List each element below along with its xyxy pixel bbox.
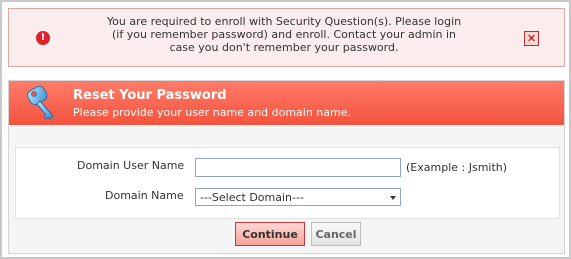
chevron-down-icon (390, 196, 396, 200)
domain-select-value: ---Select Domain--- (200, 191, 304, 204)
enrollment-alert: ! You are required to enroll with Securi… (8, 8, 565, 67)
alert-line-3: case you don't remember your password. (169, 41, 399, 54)
domain-name-label: Domain Name (105, 189, 184, 202)
continue-button[interactable]: Continue (235, 222, 305, 246)
panel-header: Reset Your Password Please provide your … (9, 81, 564, 125)
page-subtitle: Please provide your user name and domain… (73, 106, 351, 119)
domain-select[interactable]: ---Select Domain--- (195, 188, 401, 206)
key-icon (27, 85, 54, 120)
reset-form: Domain User Name (Example : Jsmith) Doma… (15, 147, 560, 219)
close-icon[interactable]: ✕ (524, 31, 539, 46)
domain-user-name-input[interactable] (195, 158, 401, 177)
alert-line-2: (if you remember password) and enroll. C… (111, 28, 456, 41)
cancel-button[interactable]: Cancel (311, 222, 361, 246)
alert-message: You are required to enroll with Security… (89, 15, 479, 54)
reset-password-panel: Reset Your Password Please provide your … (8, 80, 565, 254)
error-icon: ! (36, 31, 50, 45)
domain-user-name-label: Domain User Name (77, 159, 185, 172)
page-title: Reset Your Password (73, 88, 227, 103)
user-name-example: (Example : Jsmith) (406, 161, 508, 174)
reset-password-page: ! You are required to enroll with Securi… (0, 0, 571, 259)
alert-line-1: You are required to enroll with Security… (106, 15, 462, 28)
